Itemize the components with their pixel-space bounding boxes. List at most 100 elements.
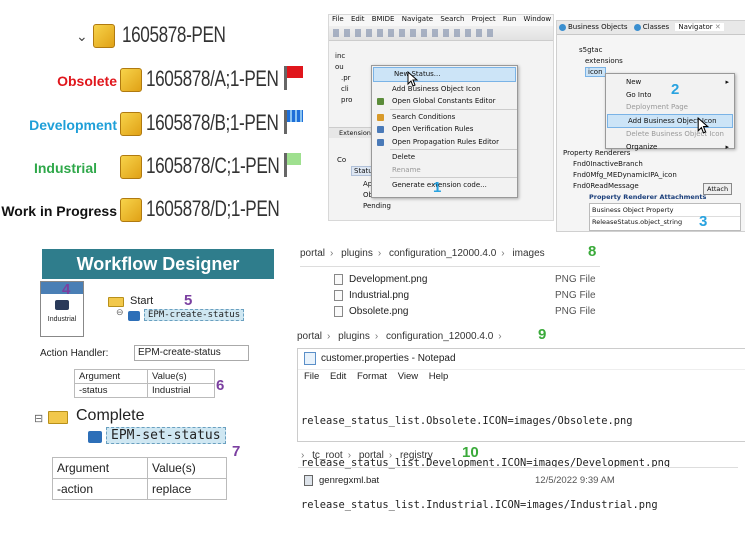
menu-edit[interactable]: Edit: [351, 15, 365, 23]
complete-label[interactable]: Complete: [76, 407, 144, 425]
step-number-9: 9: [538, 326, 547, 343]
argument-cell[interactable]: -action: [52, 478, 148, 500]
tab-navigator[interactable]: Navigator ✕: [675, 23, 724, 31]
menu-item-new-status[interactable]: New Status...: [373, 67, 516, 82]
menu-navigate[interactable]: Navigate: [402, 15, 433, 23]
column-header: Value(s): [147, 369, 215, 384]
menu-window[interactable]: Window: [524, 15, 552, 23]
constants-icon: [377, 98, 384, 105]
value-cell[interactable]: replace: [147, 478, 227, 500]
column-header: Argument: [52, 457, 148, 479]
renderer-item[interactable]: Fnd0Mfg_MEDynamicIPA_icon: [563, 170, 677, 181]
notepad-text-area[interactable]: release_status_list.Obsolete.ICON=images…: [298, 384, 745, 542]
revision-label[interactable]: 1605878/B;1-PEN: [146, 110, 279, 136]
menu-file[interactable]: File: [304, 371, 319, 382]
menu-item-add-bo-icon[interactable]: Add Business Object Icon: [372, 83, 517, 96]
attach-button[interactable]: Attach: [703, 183, 733, 195]
bo-property-header: Business Object Property: [590, 204, 740, 217]
bo-property-value[interactable]: ReleaseStatus.object_string: [590, 217, 740, 227]
chevron-down-icon[interactable]: ⌄: [76, 28, 88, 45]
breadcrumb-item[interactable]: plugins: [338, 331, 370, 342]
column-header: Value(s): [147, 457, 227, 479]
menu-item-delete-bo-icon[interactable]: Delete Business Object Icon: [606, 128, 734, 141]
tab-classes[interactable]: Classes: [633, 23, 669, 31]
action-handler-field[interactable]: EPM-create-status: [134, 345, 249, 361]
renderer-item[interactable]: Fnd0InactiveBranch: [563, 159, 677, 170]
renderer-item[interactable]: Fnd0ReadMessage: [563, 181, 677, 192]
view-tabs: Business Objects Classes Navigator ✕: [557, 21, 745, 35]
menu-item-generate-code[interactable]: Generate extension code...: [372, 179, 517, 192]
rules-icon: [377, 126, 384, 133]
close-icon[interactable]: ✕: [715, 23, 721, 31]
start-label[interactable]: Start: [130, 295, 153, 307]
tree-item[interactable]: pro: [335, 95, 352, 106]
tree-item[interactable]: Property Renderers: [563, 148, 677, 159]
breadcrumb-item[interactable]: plugins: [341, 248, 373, 259]
breadcrumb-item[interactable]: images: [512, 248, 544, 259]
menu-item-delete[interactable]: Delete: [372, 151, 517, 164]
notepad-window: customer.properties - Notepad File Edit …: [297, 348, 745, 511]
package-icon: [120, 112, 142, 136]
menu-item-search-conditions[interactable]: Search Conditions: [372, 111, 517, 124]
menu-item-global-constants[interactable]: Open Global Constants Editor: [372, 95, 517, 108]
menu-item-add-bo-icon[interactable]: Add Business Object Icon: [607, 113, 733, 128]
tree-item[interactable]: inc: [335, 51, 352, 62]
tab-business-objects[interactable]: Business Objects: [559, 23, 628, 31]
bo-icon: [559, 23, 566, 31]
menu-bmide[interactable]: BMIDE: [372, 15, 395, 23]
file-row[interactable]: genregxml.bat 12/5/2022 9:39 AM: [304, 475, 615, 486]
breadcrumb-item[interactable]: portal: [297, 331, 322, 342]
menu-project[interactable]: Project: [472, 15, 496, 23]
menu-format[interactable]: Format: [357, 371, 387, 382]
breadcrumb-item[interactable]: portal: [359, 450, 384, 461]
task-create-status[interactable]: EPM-create-status: [144, 309, 245, 321]
tree-item[interactable]: extensions: [565, 56, 623, 67]
menu-help[interactable]: Help: [429, 371, 449, 382]
registry-breadcrumb: › tc_root › portal › registry: [301, 450, 433, 461]
breadcrumb-item[interactable]: configuration_12000.4.0: [389, 248, 496, 259]
step-number-3: 3: [699, 213, 708, 230]
file-row[interactable]: Industrial.png PNG File: [334, 290, 596, 306]
menu-item-rename[interactable]: Rename: [372, 164, 517, 177]
menu-item-propagation-rules[interactable]: Open Propagation Rules Editor: [372, 136, 517, 149]
attachments-table: Business Object Property ReleaseStatus.o…: [589, 203, 741, 231]
toolbar: [329, 26, 553, 41]
arguments-table-large: Argument Value(s) -action replace: [52, 457, 227, 500]
root-revision-label[interactable]: 1605878-PEN: [122, 22, 226, 48]
task-set-status[interactable]: EPM-set-status: [106, 427, 226, 444]
breadcrumb-item[interactable]: configuration_12000.4.0: [386, 331, 493, 342]
menu-item-new[interactable]: New ▸: [606, 76, 734, 89]
menu-item-deployment-page[interactable]: Deployment Page: [606, 101, 734, 114]
step-number-4: 4: [62, 281, 71, 298]
menu-edit[interactable]: Edit: [330, 371, 346, 382]
menu-item-go-into[interactable]: Go Into: [606, 89, 734, 102]
menu-item-verification-rules[interactable]: Open Verification Rules: [372, 123, 517, 136]
revision-label[interactable]: 1605878/A;1-PEN: [146, 66, 279, 92]
tree-item[interactable]: .pr: [335, 73, 352, 84]
tree-item[interactable]: s5gtac: [565, 45, 623, 56]
breadcrumb-item[interactable]: registry: [400, 450, 433, 461]
tree-item[interactable]: ou: [335, 62, 352, 73]
tree-item[interactable]: cli: [335, 84, 352, 95]
icon-folder[interactable]: icon: [585, 67, 606, 77]
workflow-designer-panel: Workflow Designer Industrial 4 Start 5 ⊖…: [30, 245, 300, 509]
menu-file[interactable]: File: [332, 15, 344, 23]
png-file-icon: [334, 274, 343, 285]
menu-view[interactable]: View: [398, 371, 418, 382]
file-row[interactable]: Obsolete.png PNG File: [334, 306, 596, 322]
breadcrumb-item[interactable]: tc_root: [312, 450, 343, 461]
file-row[interactable]: Development.png PNG File: [334, 274, 596, 290]
revision-label[interactable]: 1605878/D;1-PEN: [146, 196, 280, 222]
value-cell[interactable]: Industrial: [147, 383, 215, 398]
status-item[interactable]: Pending: [337, 201, 397, 212]
argument-cell[interactable]: -status: [74, 383, 148, 398]
folder-icon: [108, 297, 124, 307]
menu-search[interactable]: Search: [440, 15, 464, 23]
toolbar-icons[interactable]: [333, 29, 493, 37]
arguments-table-small: Argument Value(s) -status Industrial: [74, 369, 215, 398]
step-number-6: 6: [216, 377, 225, 394]
breadcrumb-item[interactable]: portal: [300, 248, 325, 259]
menu-run[interactable]: Run: [503, 15, 516, 23]
notepad-titlebar: customer.properties - Notepad: [298, 349, 745, 370]
revision-label[interactable]: 1605878/C;1-PEN: [146, 153, 280, 179]
